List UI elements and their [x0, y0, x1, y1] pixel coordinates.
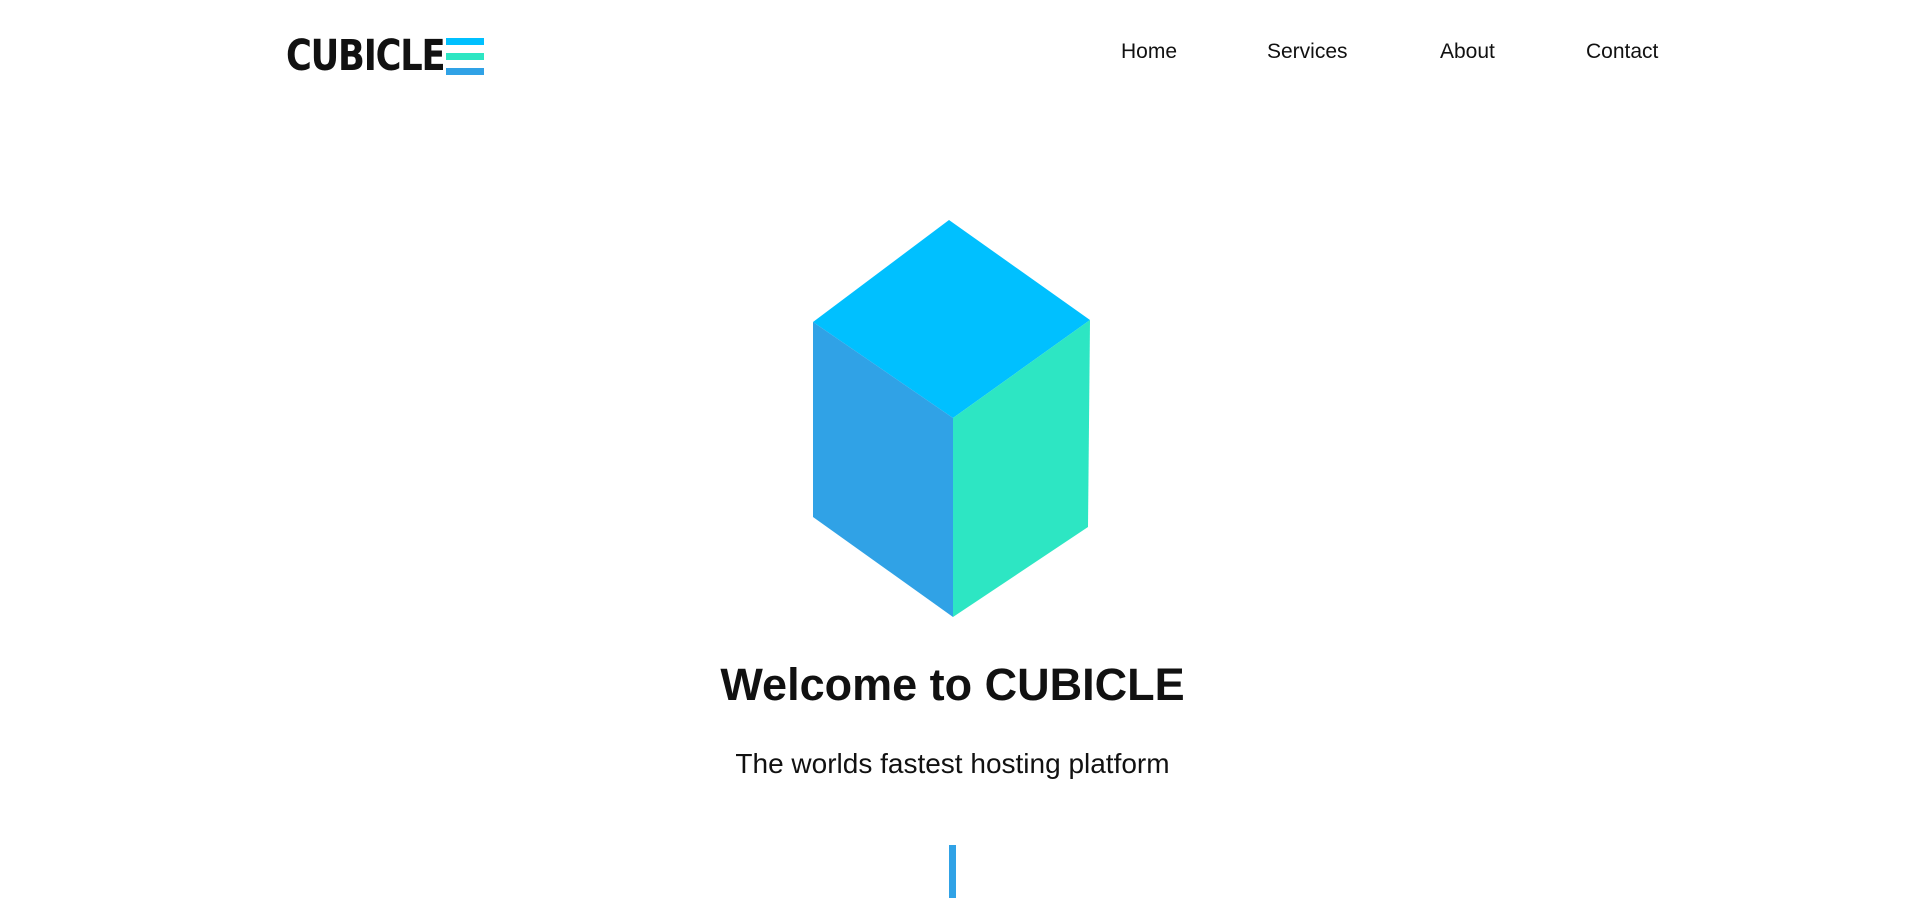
hero-subtitle: The worlds fastest hosting platform [735, 748, 1170, 779]
nav-contact-link[interactable]: Contact [1586, 38, 1658, 66]
hero-title: Welcome to CUBICLE [720, 659, 1185, 710]
main-nav: Home Services About Contact [0, 38, 1905, 68]
nav-about-link[interactable]: About [1440, 38, 1495, 66]
logo-bar-bottom [446, 68, 484, 75]
cube-left-face [813, 322, 953, 617]
nav-home-link[interactable]: Home [1121, 38, 1177, 66]
cube-right-face [953, 320, 1090, 617]
nav-services-link[interactable]: Services [1267, 38, 1348, 66]
page: CUBICLE Home Services About Contact Welc… [0, 0, 1905, 898]
scroll-down-indicator[interactable] [949, 845, 956, 898]
cube-top-face [813, 220, 1090, 418]
site-header: CUBICLE Home Services About Contact [0, 0, 1905, 110]
